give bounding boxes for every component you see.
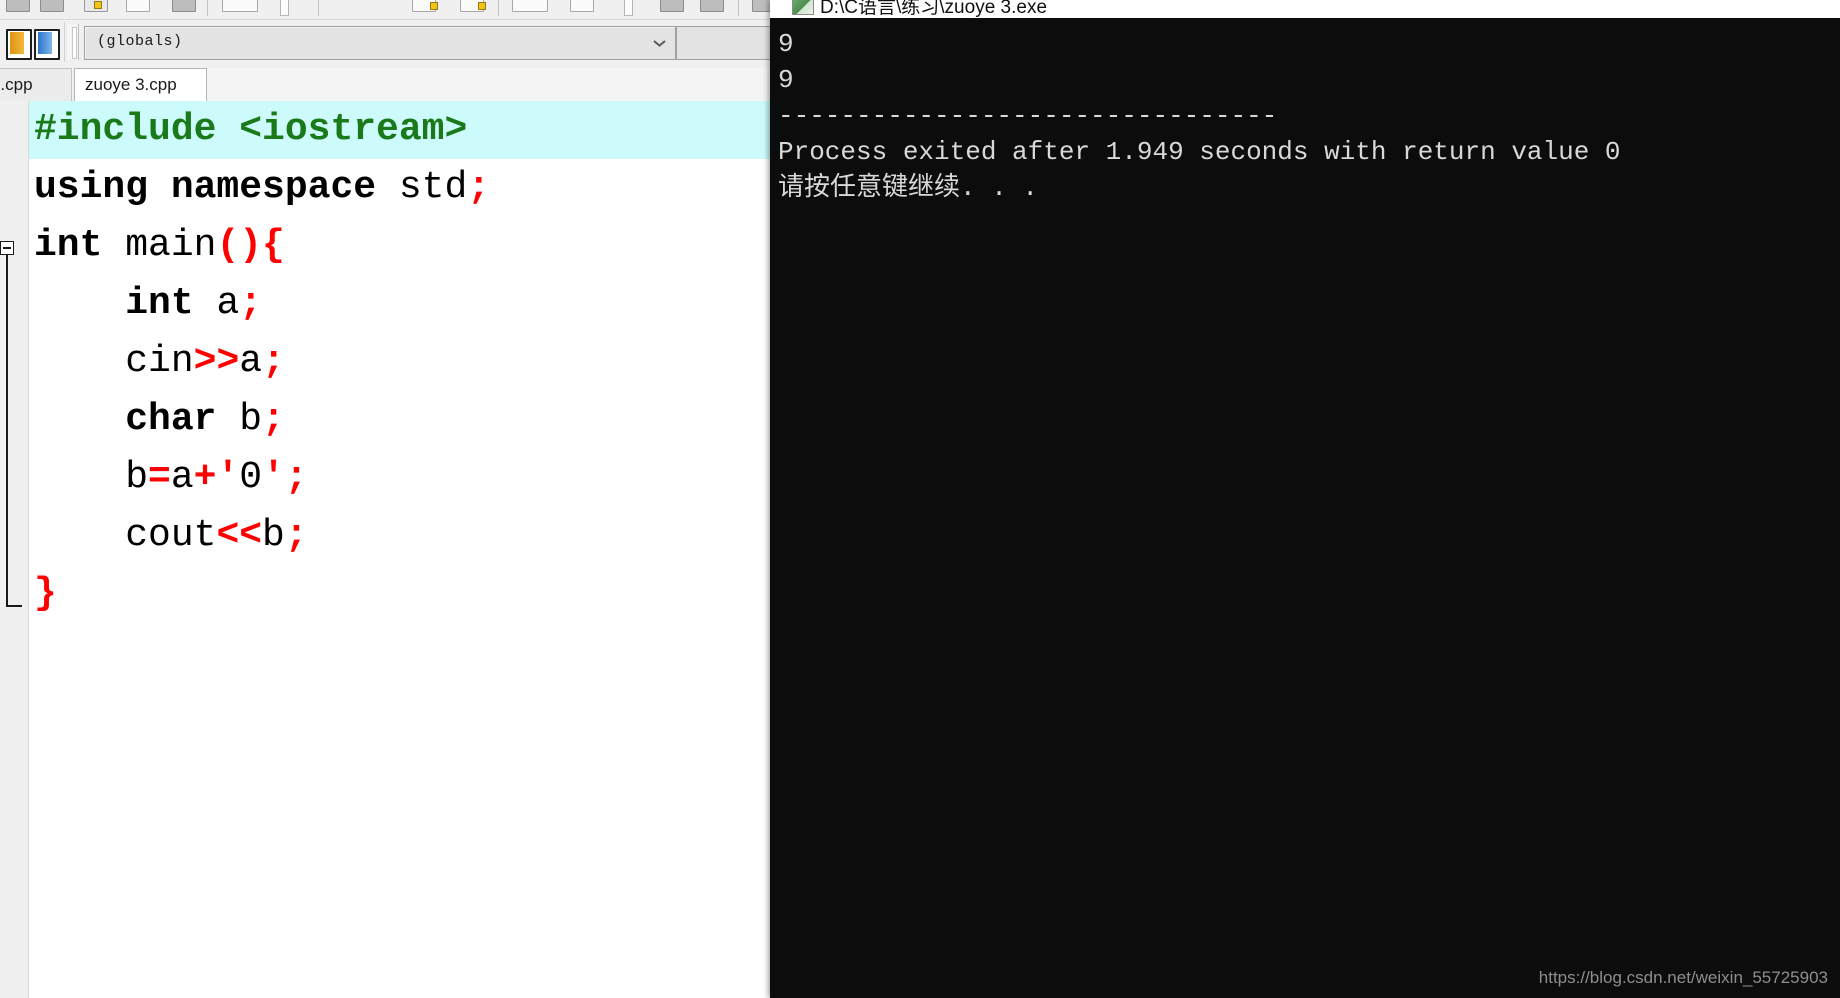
toolbar-separator [318, 0, 319, 16]
book-page [38, 32, 52, 54]
toolbar-grip[interactable] [68, 24, 79, 60]
undo-badge-icon [430, 2, 438, 10]
console-window[interactable]: D:\C语言\练习\zuoye 3.exe 9 9 --------------… [770, 0, 1840, 998]
chevron-down-icon[interactable] [654, 39, 665, 46]
toolbar-separator [498, 0, 499, 16]
classes-book-icon[interactable] [34, 29, 60, 60]
redo-badge-icon [478, 2, 486, 10]
save-all-icon[interactable] [126, 0, 150, 12]
compile-icon[interactable] [512, 0, 548, 12]
code-token: cin [34, 340, 194, 383]
code-token: ; [262, 398, 285, 441]
code-token: = [148, 456, 171, 499]
close-file-icon[interactable] [222, 0, 258, 12]
fold-collapse-icon[interactable] [0, 241, 22, 611]
code-token: int [34, 224, 126, 267]
code-token: ; [284, 514, 308, 557]
code-token: } [34, 572, 57, 615]
code-token: int [34, 282, 217, 325]
save-badge-icon [94, 1, 102, 9]
book-spine [54, 32, 57, 54]
code-token: + [193, 456, 217, 499]
toolbar-grip[interactable] [624, 0, 633, 16]
code-token: ' [216, 456, 240, 499]
code-token: 0 [239, 456, 263, 499]
project-book-icon[interactable] [6, 29, 32, 60]
code-token: char [34, 398, 240, 441]
editor-tab-ye2[interactable]: ye2.cpp [0, 68, 72, 101]
screen: (globals) ye2.cpp zuoye 3.cpp #include <… [0, 0, 1840, 998]
watermark-text: https://blog.csdn.net/weixin_55725903 [1538, 968, 1828, 987]
new-file-icon[interactable] [6, 0, 30, 12]
debug-icon[interactable] [660, 0, 684, 12]
code-token: ; [284, 456, 308, 499]
code-token: ' [262, 456, 285, 499]
undo-icon[interactable] [412, 0, 438, 12]
code-token: cout [34, 514, 217, 557]
book-page [10, 32, 24, 54]
console-title-text: D:\C语言\练习\zuoye 3.exe [820, 0, 1048, 18]
code-token: ; [467, 166, 491, 209]
code-token: b [34, 456, 149, 499]
code-token: (){ [216, 224, 285, 267]
code-token: using namespace [34, 166, 399, 209]
redo-icon[interactable] [460, 0, 486, 12]
code-token: ; [262, 340, 285, 383]
book-spine [26, 32, 29, 54]
code-token: << [216, 514, 263, 557]
code-token: a [170, 456, 194, 499]
console-title-bar[interactable]: D:\C语言\练习\zuoye 3.exe [770, 0, 1840, 19]
editor-tab-zuoye3[interactable]: zuoye 3.cpp [74, 68, 207, 101]
code-token: a [216, 282, 240, 325]
toolbar-separator [738, 0, 739, 16]
toolbar-grip[interactable] [280, 0, 289, 16]
fold-stem [6, 255, 8, 607]
code-token: a [239, 340, 263, 383]
code-token: b [239, 398, 263, 441]
code-token: main [125, 224, 217, 267]
fold-box[interactable] [0, 241, 14, 255]
browser-book-icons [2, 22, 65, 62]
toolbar-separator [207, 0, 208, 16]
code-token: #include <iostream> [34, 108, 468, 151]
console-output[interactable]: 9 9 -------------------------------- Pro… [770, 18, 1840, 998]
tab-label: ye2.cpp [0, 75, 33, 94]
code-token: b [262, 514, 285, 557]
print-icon[interactable] [172, 0, 196, 12]
code-token: std [398, 166, 468, 209]
grip-bar [72, 27, 77, 59]
class-browser-value: (globals) [97, 33, 183, 50]
fold-foot [6, 605, 22, 607]
console-app-icon [792, 0, 814, 15]
tab-label: zuoye 3.cpp [85, 75, 177, 94]
code-token: ; [239, 282, 263, 325]
save-icon[interactable] [84, 0, 108, 12]
code-token: >> [193, 340, 240, 383]
class-browser-combo[interactable]: (globals) [84, 26, 676, 60]
open-file-icon[interactable] [40, 0, 64, 12]
profile-icon[interactable] [700, 0, 724, 12]
run-icon[interactable] [570, 0, 594, 12]
